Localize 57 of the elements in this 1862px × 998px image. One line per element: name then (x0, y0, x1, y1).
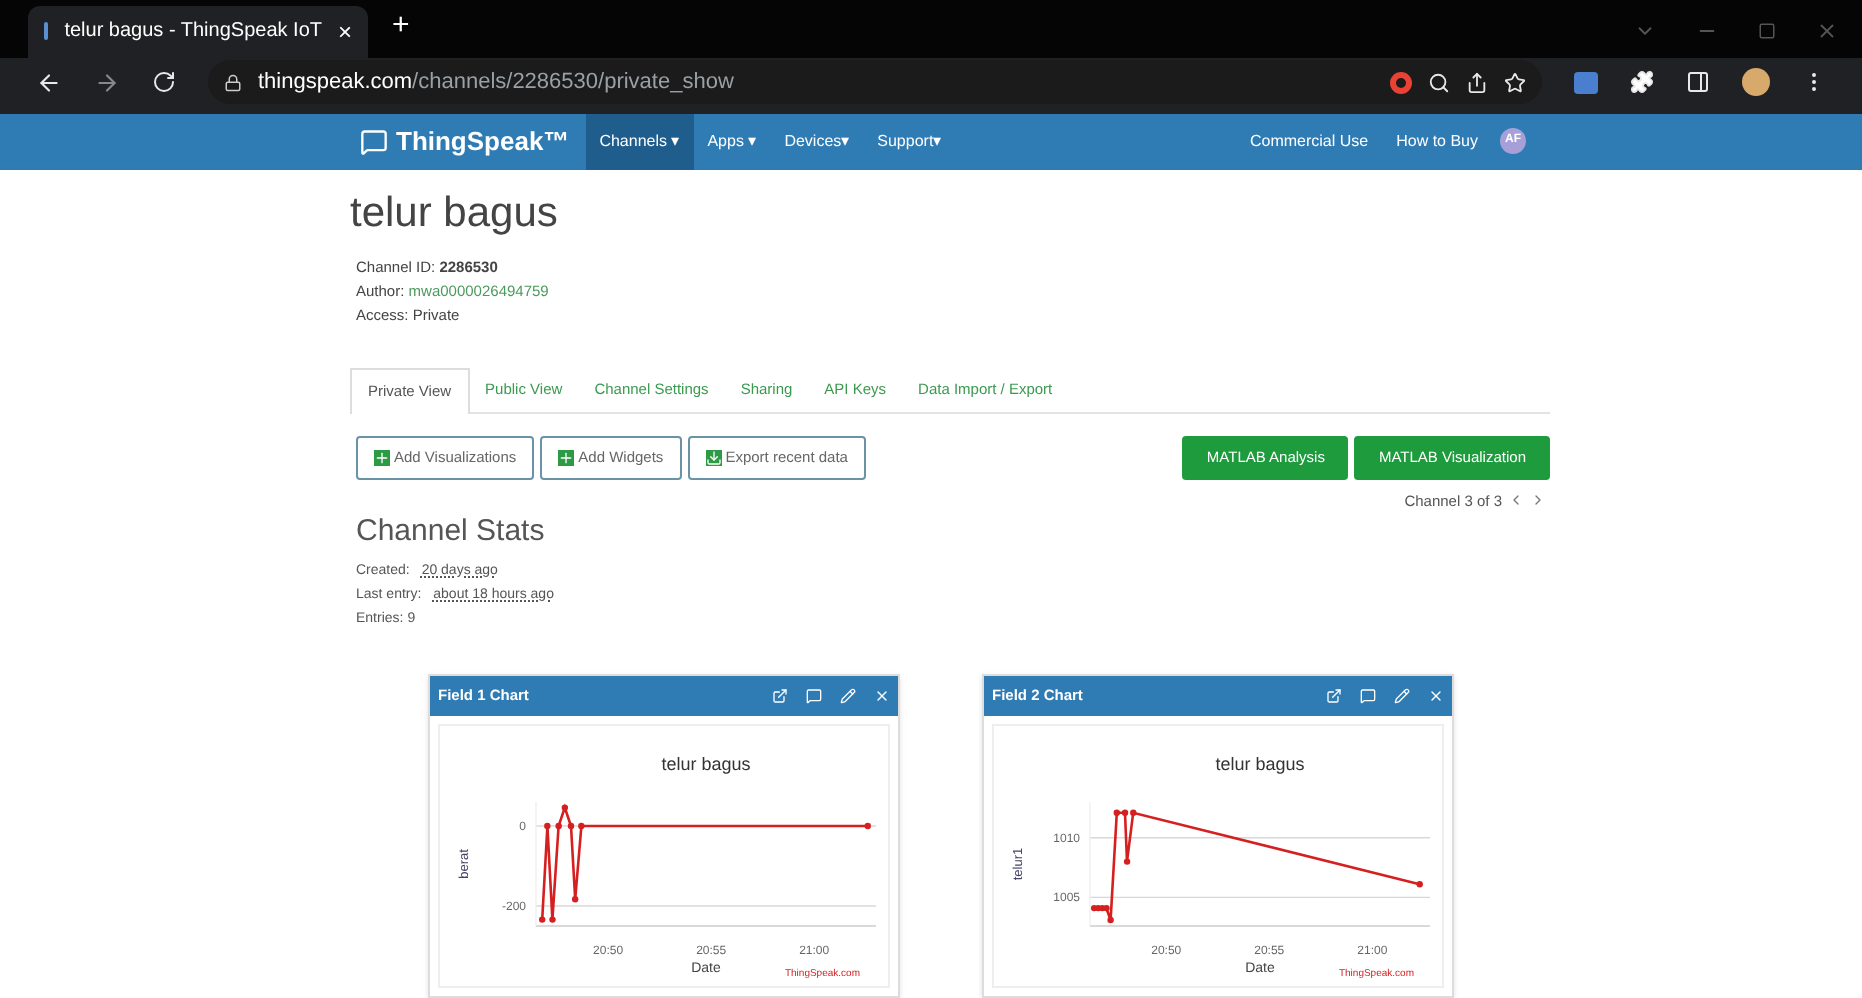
open-window-icon[interactable] (1326, 687, 1342, 704)
next-channel-icon[interactable] (1530, 492, 1546, 509)
previous-channel-icon[interactable] (1508, 492, 1524, 509)
data-point (539, 916, 546, 923)
data-point (561, 804, 569, 811)
reload-icon[interactable] (152, 70, 176, 95)
close-icon[interactable] (1816, 19, 1838, 42)
edit-icon[interactable] (1394, 687, 1410, 704)
zoom-icon[interactable] (1428, 71, 1450, 94)
data-point (864, 822, 871, 830)
data-point (555, 822, 562, 830)
chart-title: telur bagus (661, 753, 751, 774)
open-window-icon[interactable] (772, 687, 788, 704)
new-tab-button[interactable]: + (392, 4, 410, 50)
plus-icon (558, 449, 575, 466)
profile-avatar[interactable] (1742, 68, 1770, 97)
nav-link[interactable]: How to Buy (1382, 114, 1492, 170)
stats-heading: Channel Stats (354, 513, 547, 550)
back-icon[interactable] (36, 69, 62, 96)
data-point (1123, 858, 1131, 865)
puzzle-icon[interactable] (1630, 70, 1654, 95)
data-point (544, 822, 551, 830)
comment-icon[interactable] (806, 687, 822, 704)
brand-logo[interactable]: ThingSpeak™ (396, 122, 570, 162)
data-point (571, 895, 579, 903)
edit-icon[interactable] (840, 687, 856, 704)
data-point (1107, 916, 1114, 924)
data-point (1416, 881, 1423, 888)
data-point (578, 822, 585, 830)
comment-icon[interactable] (1360, 687, 1376, 704)
nav-menu[interactable]: Support▾ (863, 114, 956, 170)
tab-close-button[interactable]: × (337, 13, 352, 50)
channel-title: telur bagus (350, 187, 560, 240)
close-icon[interactable] (1428, 687, 1444, 704)
side-panel-icon[interactable] (1686, 70, 1710, 95)
thingspeak-logo-icon (360, 127, 388, 156)
nav-menu[interactable]: Channels ▾ (585, 114, 694, 170)
nav-menu[interactable]: Devices▾ (770, 114, 864, 170)
restore-icon[interactable] (1758, 21, 1776, 40)
url-text: thingspeak.com/channels/2286530/private_show (258, 68, 734, 99)
export-icon (705, 449, 722, 466)
nav-menu[interactable]: Apps ▾ (693, 114, 771, 170)
data-point (567, 822, 575, 830)
data-point (549, 916, 556, 923)
browser-tab[interactable]: telur bagus - ThingSpeak IoT × (28, 5, 368, 58)
tab-title: telur bagus - ThingSpeak IoT (64, 18, 322, 47)
plus-icon (374, 449, 390, 466)
chart-title: telur bagus (1215, 753, 1305, 774)
forward-icon[interactable] (94, 69, 120, 96)
bookmark-icon[interactable] (1504, 71, 1526, 94)
address-bar[interactable]: thingspeak.com/channels/2286530/private_show (208, 60, 1542, 105)
lock-icon (224, 73, 242, 92)
close-icon[interactable] (874, 687, 890, 704)
extension-icon[interactable] (1574, 71, 1598, 94)
nav-link[interactable]: Commercial Use (1235, 114, 1383, 170)
share-icon[interactable] (1466, 71, 1488, 94)
tab-favicon-icon (44, 22, 49, 41)
